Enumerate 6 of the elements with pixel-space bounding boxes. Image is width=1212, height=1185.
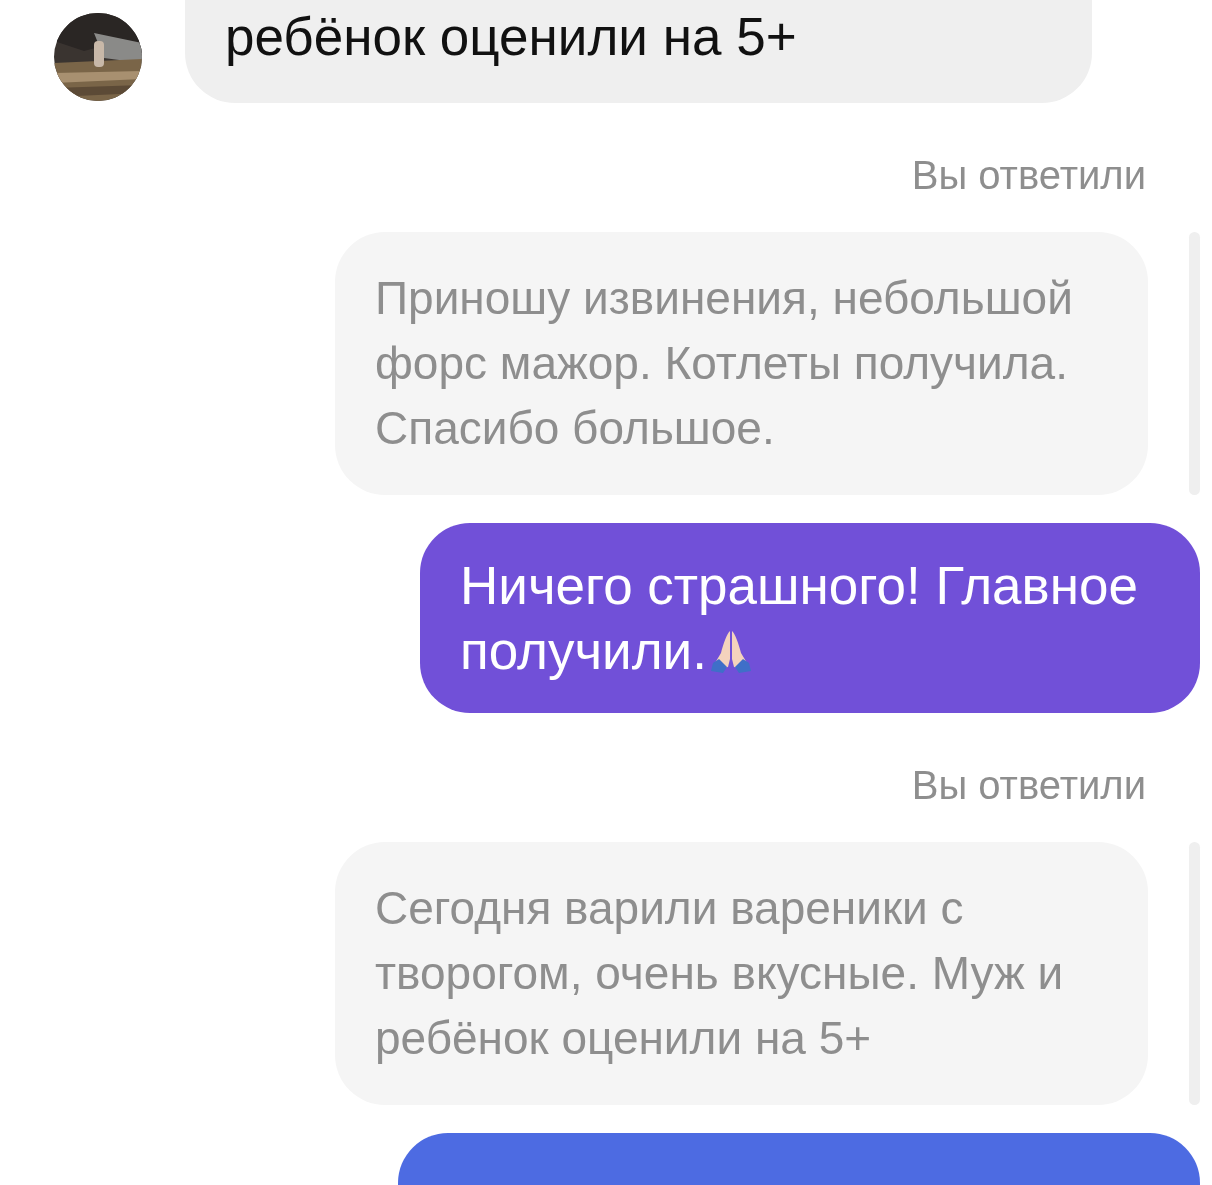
reply-label: Вы ответили xyxy=(911,763,1146,808)
quoted-text: Сегодня варили вареники с творогом, очень вкусные. Муж и ребёнок оценили на 5+ xyxy=(375,882,1064,1064)
message-text: Ничего страшного! Главное получили. xyxy=(460,556,1138,680)
reply-label: Вы ответили xyxy=(911,153,1146,198)
quoted-text: Приношу извинения, небольшой форс мажор. Котлеты получила. Спасибо большое. xyxy=(375,272,1073,454)
message-text: ребёнок оценили на 5+ xyxy=(225,7,797,66)
